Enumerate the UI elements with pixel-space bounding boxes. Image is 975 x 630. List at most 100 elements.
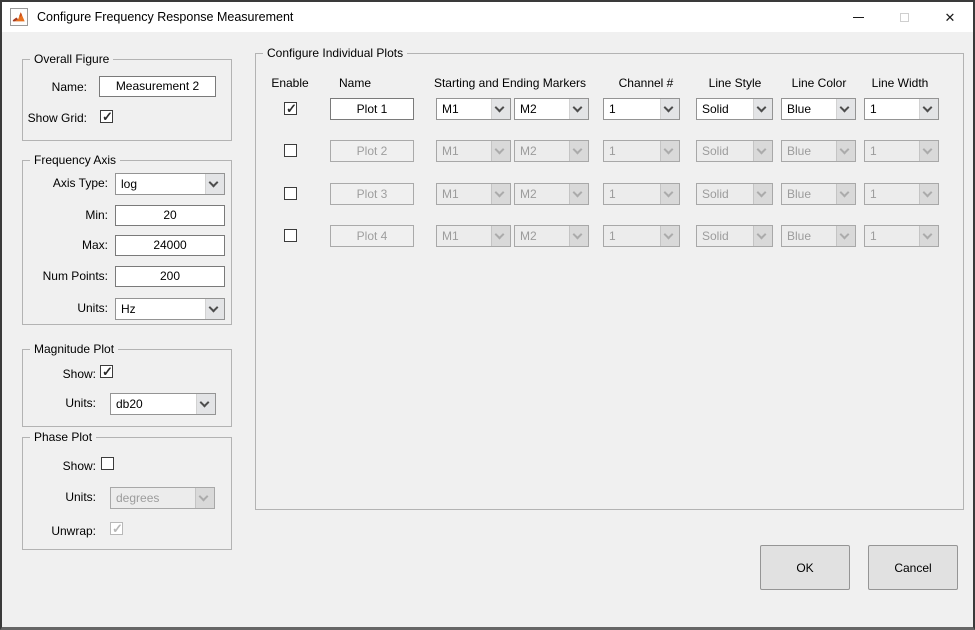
window-controls: ✕	[835, 2, 973, 32]
chevron-down-icon	[753, 184, 772, 204]
minimize-icon	[853, 17, 864, 18]
chevron-down-icon	[753, 141, 772, 161]
cancel-button[interactable]: Cancel	[868, 545, 958, 590]
chevron-down-icon	[660, 226, 679, 246]
line-width-dropdown: 1	[864, 140, 939, 162]
name-label: Name:	[23, 80, 87, 94]
line-style-dropdown[interactable]: Solid	[696, 98, 773, 120]
group-title: Overall Figure	[30, 52, 113, 66]
group-title: Frequency Axis	[30, 153, 120, 167]
channel-value: 1	[609, 102, 616, 116]
channel-dropdown: 1	[603, 140, 680, 162]
line-color-value: Blue	[787, 187, 811, 201]
units-label: Units:	[23, 301, 108, 315]
enable-checkbox[interactable]	[284, 229, 297, 242]
channel-value: 1	[609, 187, 616, 201]
magnitude-show-checkbox[interactable]	[100, 365, 113, 378]
min-field[interactable]: 20	[115, 205, 225, 226]
line-width-header: Line Width	[872, 76, 929, 90]
line-width-value: 1	[870, 144, 877, 158]
plot-name-field: Plot 4	[330, 225, 414, 247]
window-title: Configure Frequency Response Measurement	[37, 10, 293, 24]
end-marker-value: M2	[520, 144, 537, 158]
chevron-down-icon	[569, 226, 588, 246]
plot-row-4: Plot 4 M1 M2 1 Solid Blue 1	[256, 225, 963, 247]
axis-type-label: Axis Type:	[23, 176, 108, 190]
ok-button[interactable]: OK	[760, 545, 850, 590]
chevron-down-icon	[919, 226, 938, 246]
channel-dropdown: 1	[603, 225, 680, 247]
start-marker-dropdown[interactable]: M1	[436, 98, 511, 120]
phase-units-dropdown: degrees	[110, 487, 215, 509]
chevron-down-icon	[836, 141, 855, 161]
chevron-down-icon	[753, 226, 772, 246]
plot-name-field[interactable]: Plot 1	[330, 98, 414, 120]
chevron-down-icon	[195, 488, 214, 508]
chevron-down-icon	[919, 99, 938, 119]
magnitude-plot-group: Magnitude Plot Show: Units: db20	[22, 349, 232, 427]
line-color-dropdown[interactable]: Blue	[781, 98, 856, 120]
line-color-value: Blue	[787, 102, 811, 116]
units-label: Units:	[23, 396, 96, 410]
channel-dropdown[interactable]: 1	[603, 98, 680, 120]
line-color-value: Blue	[787, 144, 811, 158]
name-header: Name	[339, 76, 371, 90]
end-marker-value: M2	[520, 102, 537, 116]
end-marker-dropdown: M2	[514, 140, 589, 162]
chevron-down-icon	[205, 174, 224, 194]
titlebar: Configure Frequency Response Measurement…	[2, 2, 973, 32]
line-width-dropdown: 1	[864, 183, 939, 205]
chevron-down-icon	[919, 184, 938, 204]
chevron-down-icon	[660, 99, 679, 119]
max-field[interactable]: 24000	[115, 235, 225, 256]
close-button[interactable]: ✕	[927, 2, 973, 32]
chevron-down-icon	[660, 141, 679, 161]
maximize-button	[881, 2, 927, 32]
start-marker-value: M1	[442, 102, 459, 116]
line-style-value: Solid	[702, 187, 729, 201]
chevron-down-icon	[491, 141, 510, 161]
magnitude-units-dropdown[interactable]: db20	[110, 393, 216, 415]
enable-checkbox[interactable]	[284, 187, 297, 200]
line-width-value: 1	[870, 102, 877, 116]
start-marker-value: M1	[442, 144, 459, 158]
chevron-down-icon	[660, 184, 679, 204]
chevron-down-icon	[196, 394, 215, 414]
enable-header: Enable	[271, 76, 308, 90]
channel-value: 1	[609, 144, 616, 158]
axis-type-dropdown[interactable]: log	[115, 173, 225, 195]
matlab-logo-icon	[10, 8, 28, 26]
num-points-label: Num Points:	[23, 269, 108, 283]
enable-checkbox[interactable]	[284, 144, 297, 157]
plot-row-1: Plot 1 M1 M2 1 Solid Blue 1	[256, 98, 963, 120]
close-icon: ✕	[945, 11, 956, 24]
phase-plot-group: Phase Plot Show: Units: degrees Unwrap:	[22, 437, 232, 550]
frequency-units-dropdown[interactable]: Hz	[115, 298, 225, 320]
enable-checkbox[interactable]	[284, 102, 297, 115]
line-width-value: 1	[870, 229, 877, 243]
line-width-dropdown: 1	[864, 225, 939, 247]
show-grid-label: Show Grid:	[23, 111, 87, 125]
line-width-dropdown[interactable]: 1	[864, 98, 939, 120]
axis-type-value: log	[121, 177, 137, 191]
start-marker-value: M1	[442, 229, 459, 243]
end-marker-value: M2	[520, 187, 537, 201]
frequency-units-value: Hz	[121, 302, 136, 316]
chevron-down-icon	[836, 226, 855, 246]
end-marker-dropdown[interactable]: M2	[514, 98, 589, 120]
chevron-down-icon	[569, 184, 588, 204]
phase-show-checkbox[interactable]	[101, 457, 114, 470]
channel-header: Channel #	[619, 76, 674, 90]
min-label: Min:	[23, 208, 108, 222]
line-style-value: Solid	[702, 102, 729, 116]
chevron-down-icon	[569, 99, 588, 119]
unwrap-label: Unwrap:	[23, 524, 96, 538]
chevron-down-icon	[491, 184, 510, 204]
unwrap-checkbox	[110, 522, 123, 535]
chevron-down-icon	[753, 99, 772, 119]
end-marker-value: M2	[520, 229, 537, 243]
show-grid-checkbox[interactable]	[100, 110, 113, 123]
figure-name-field[interactable]: Measurement 2	[99, 76, 216, 97]
num-points-field[interactable]: 200	[115, 266, 225, 287]
minimize-button[interactable]	[835, 2, 881, 32]
